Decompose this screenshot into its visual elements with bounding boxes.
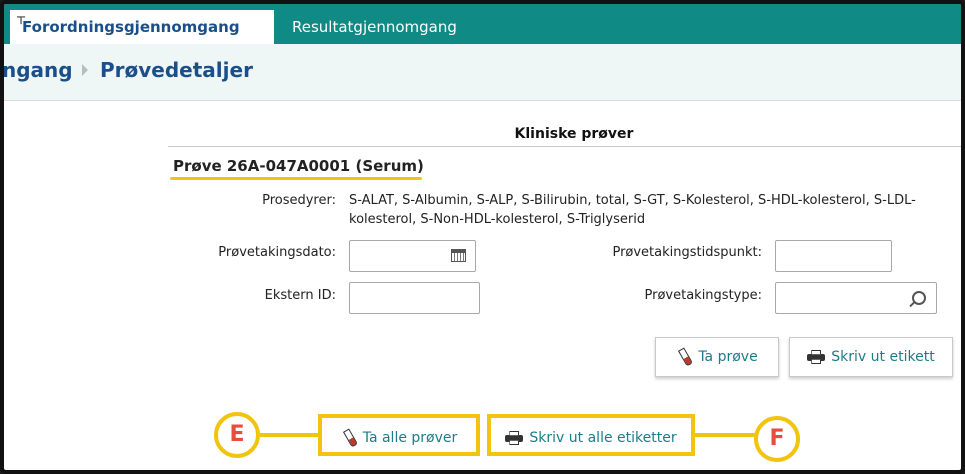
divider bbox=[168, 146, 961, 147]
breadcrumb: ngang Prøvedetaljer bbox=[4, 44, 961, 101]
button-label: Skriv ut etikett bbox=[831, 349, 935, 365]
sampling-time-input[interactable] bbox=[775, 240, 892, 272]
annotation-badge-f: F bbox=[754, 416, 800, 462]
sampling-date-label: Prøvetakingsdato: bbox=[218, 245, 336, 260]
search-icon[interactable] bbox=[912, 291, 926, 305]
section-title: Kliniske prøver bbox=[514, 126, 634, 142]
tab-bar: ⊤ Forordningsgjennomgang Resultatgjennom… bbox=[4, 4, 961, 44]
external-id-label: Ekstern ID: bbox=[264, 288, 336, 303]
procedures-label: Prosedyrer: bbox=[262, 193, 336, 208]
tab-label: Forordningsgjennomgang bbox=[22, 18, 240, 36]
calendar-icon[interactable] bbox=[451, 249, 466, 262]
breadcrumb-separator-icon bbox=[82, 64, 88, 76]
sampling-time-label: Prøvetakingstidspunkt: bbox=[612, 245, 762, 260]
take-all-highlight bbox=[318, 414, 480, 456]
sampling-type-label: Prøvetakingstype: bbox=[644, 288, 763, 303]
window: ⊤ Forordningsgjennomgang Resultatgjennom… bbox=[0, 0, 965, 474]
sampling-date-input[interactable] bbox=[349, 240, 476, 272]
button-label: Ta prøve bbox=[698, 349, 758, 365]
annotation-connector bbox=[694, 433, 756, 437]
tab-resultatgjennomgang[interactable]: Resultatgjennomgang bbox=[280, 10, 469, 44]
pin-icon[interactable]: ⊤ bbox=[16, 4, 26, 38]
sample-title-highlight bbox=[170, 177, 422, 180]
procedures-value: S-ALAT, S-Albumin, S-ALP, S-Bilirubin, t… bbox=[349, 191, 961, 229]
sample-title: Prøve 26A-047A0001 (Serum) bbox=[173, 157, 424, 175]
procedures-line: kolesterol, S-Non-HDL-kolesterol, S-Trig… bbox=[349, 212, 646, 227]
external-id-input[interactable] bbox=[349, 282, 480, 314]
breadcrumb-item-parent[interactable]: ngang bbox=[4, 58, 73, 82]
print-label-button[interactable]: Skriv ut etikett bbox=[789, 337, 953, 377]
test-tube-icon bbox=[676, 348, 692, 366]
print-all-highlight bbox=[487, 414, 695, 456]
take-sample-button[interactable]: Ta prøve bbox=[655, 337, 779, 377]
sampling-type-input[interactable] bbox=[775, 282, 937, 314]
printer-icon bbox=[807, 350, 826, 364]
procedures-line: S-ALAT, S-Albumin, S-ALP, S-Bilirubin, t… bbox=[349, 193, 916, 208]
annotation-badge-e: E bbox=[214, 412, 260, 458]
breadcrumb-item-current: Prøvedetaljer bbox=[100, 58, 253, 82]
tab-label: Resultatgjennomgang bbox=[292, 18, 457, 36]
annotation-connector bbox=[260, 433, 320, 437]
tab-forordningsgjennomgang[interactable]: ⊤ Forordningsgjennomgang bbox=[10, 10, 274, 44]
